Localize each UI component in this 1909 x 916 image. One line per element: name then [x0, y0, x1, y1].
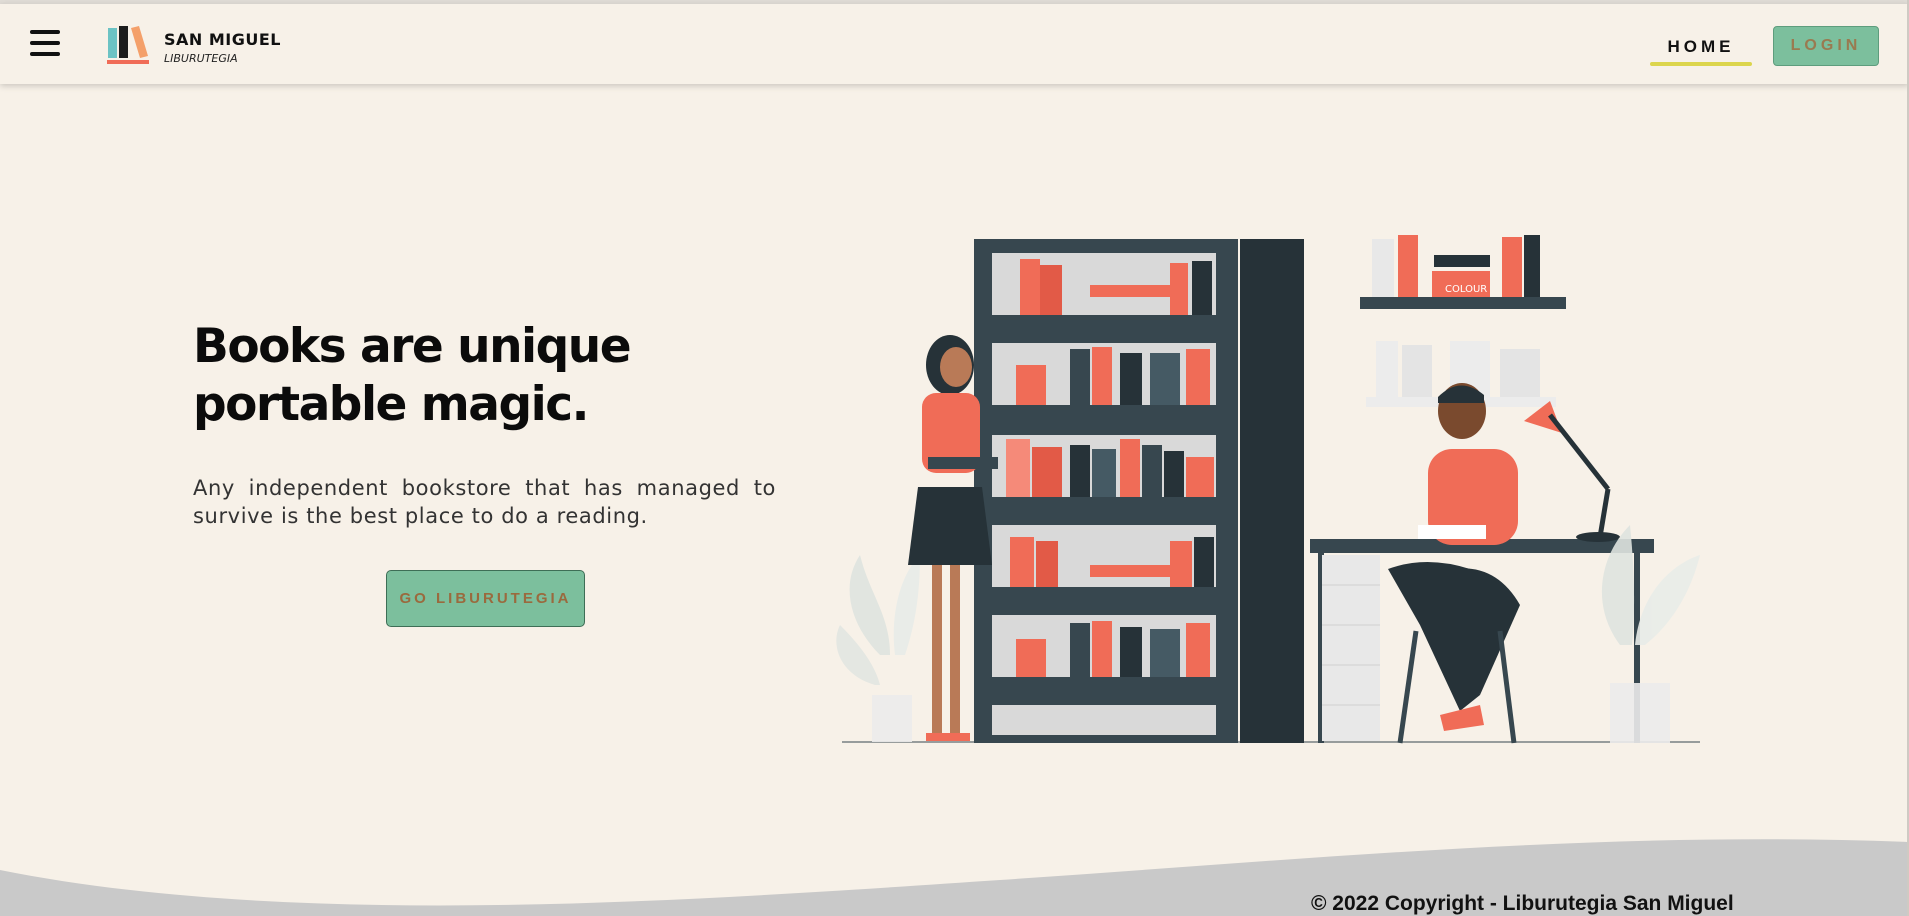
books-logo-icon[interactable]: [106, 24, 152, 66]
footer-copyright: © 2022 Copyright - Liburutegia San Migue…: [1311, 892, 1734, 915]
bookstore-illustration: COLOUR: [836, 235, 1700, 744]
brand[interactable]: SAN MIGUEL LIBURUTEGIA: [164, 30, 281, 65]
hamburger-menu-icon[interactable]: [30, 30, 60, 58]
bookshelf: [974, 239, 1304, 743]
colour-book-label: COLOUR: [1445, 284, 1487, 295]
man-figure: [1388, 383, 1520, 744]
hero-title: Books are unique portable magic.: [193, 319, 632, 432]
left-plant: [836, 555, 920, 742]
nav-home-link[interactable]: HOME: [1650, 30, 1752, 66]
hero-description: Any independent bookstore that has manag…: [193, 476, 776, 528]
go-liburutegia-button[interactable]: GO LIBURUTEGIA: [386, 570, 585, 627]
active-underline: [1650, 62, 1752, 66]
wall-shelf: COLOUR: [1360, 235, 1566, 407]
desk-lamp: [1524, 401, 1620, 542]
brand-name: SAN MIGUEL: [164, 30, 281, 49]
navbar: SAN MIGUEL LIBURUTEGIA HOME LOGIN: [0, 4, 1909, 84]
right-plant: [1601, 525, 1700, 743]
login-button[interactable]: LOGIN: [1773, 26, 1879, 66]
nav-home-label: HOME: [1667, 37, 1735, 56]
brand-subtitle: LIBURUTEGIA: [164, 52, 238, 65]
